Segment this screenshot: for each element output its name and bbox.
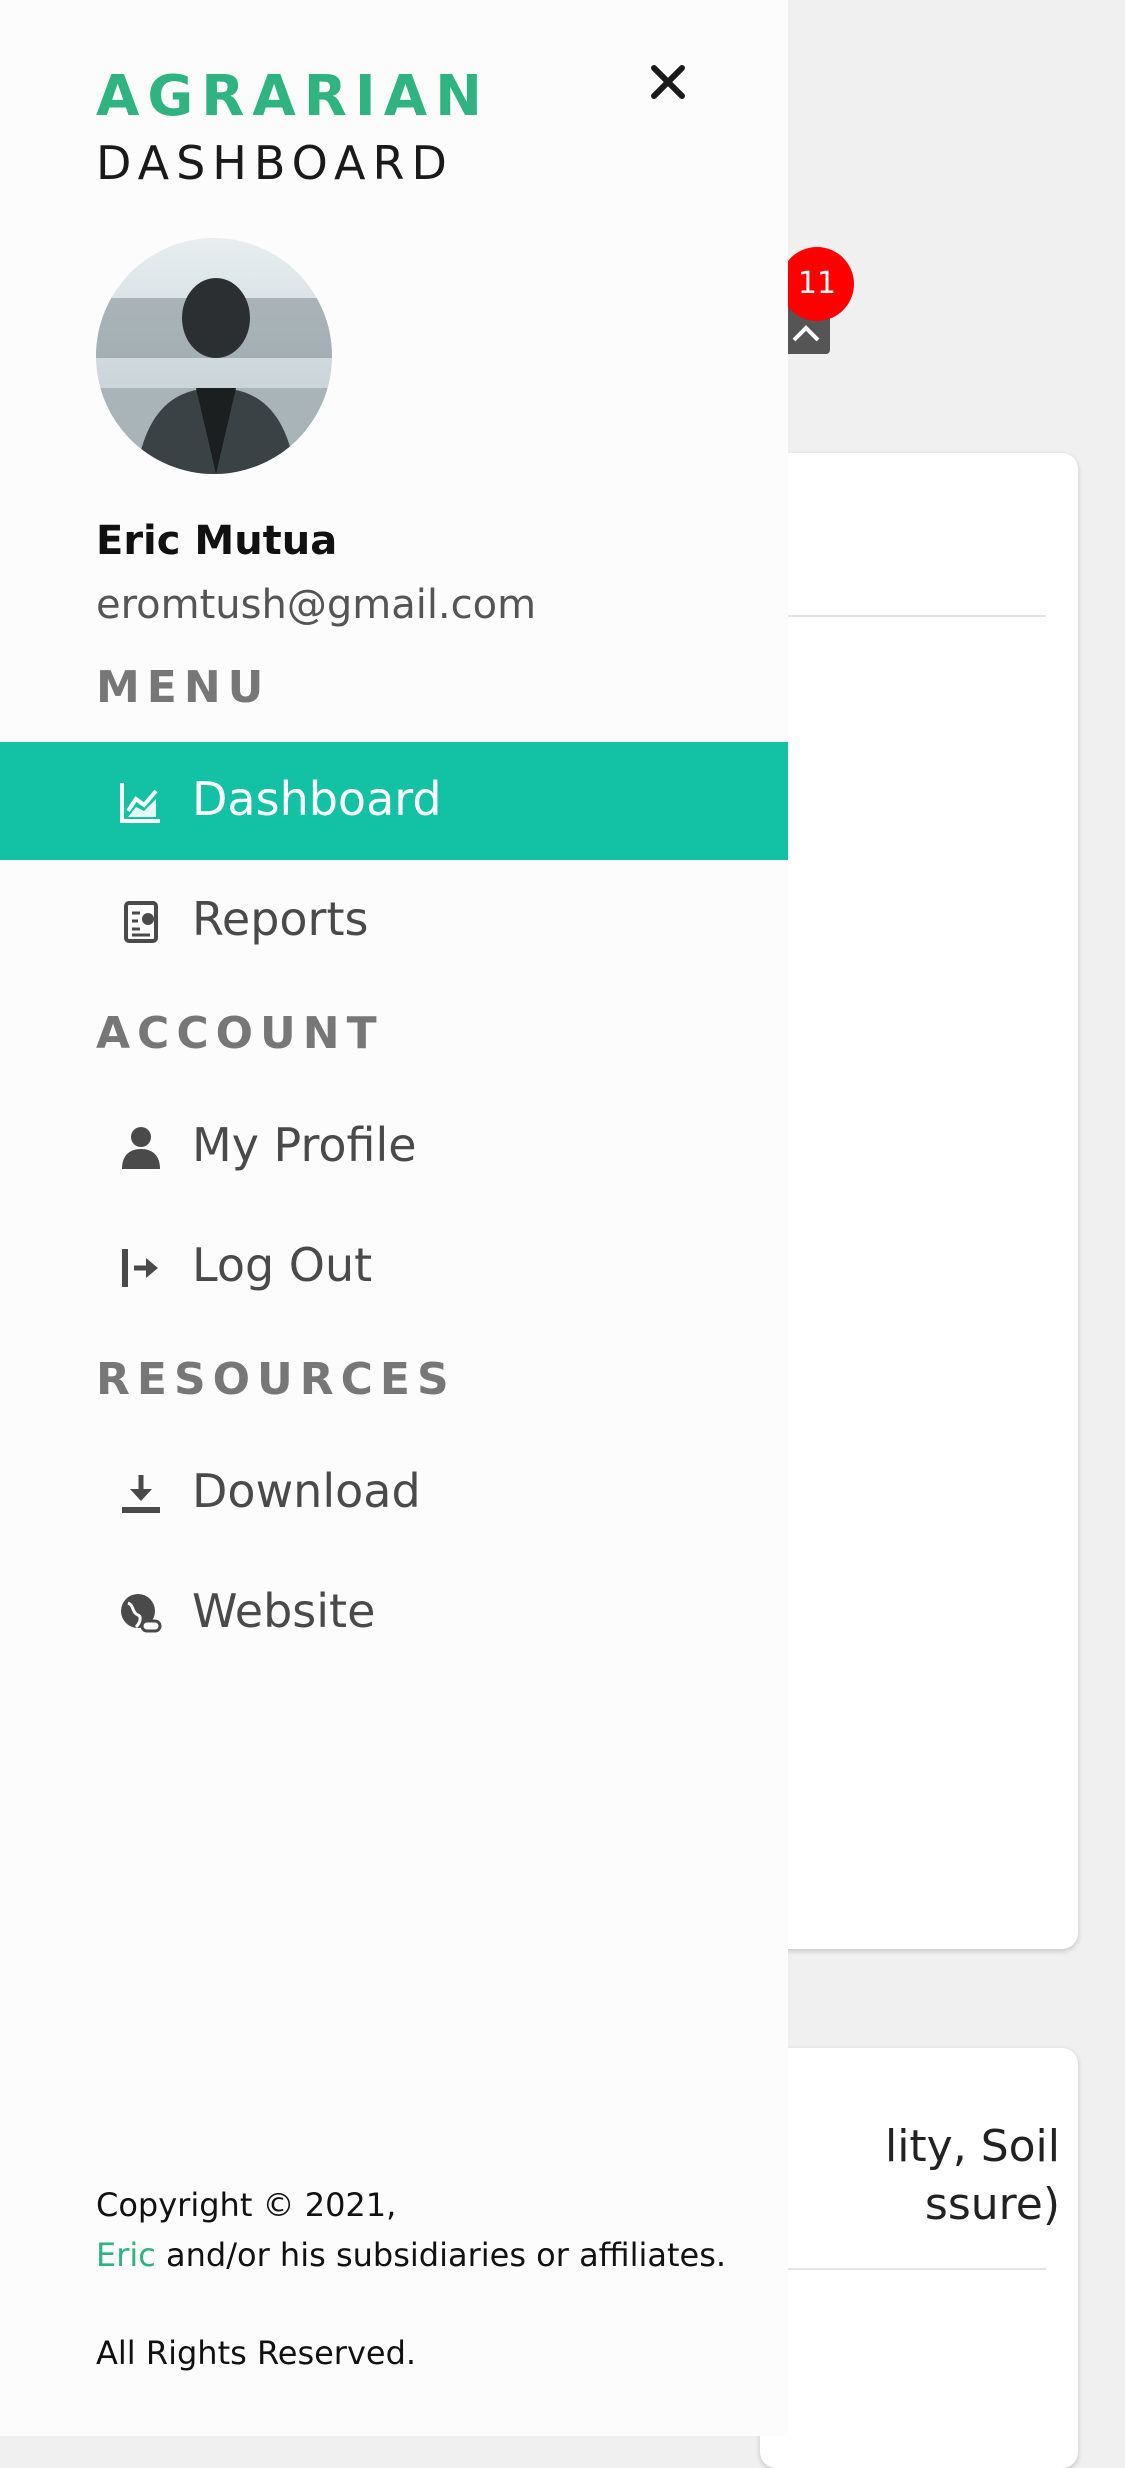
close-icon[interactable]: [648, 62, 688, 102]
nav-item-log-out[interactable]: Log Out: [0, 1208, 788, 1326]
nav-item-label: Download: [192, 1464, 421, 1518]
owner-link[interactable]: Eric: [96, 2236, 156, 2274]
nav-drawer: AGRARIAN DASHBOARD Eric Mutua eromtush@g…: [0, 0, 788, 2436]
footer: Copyright © 2021, Eric and/or his subsid…: [96, 2180, 726, 2372]
nav-item-dashboard[interactable]: Dashboard: [0, 742, 788, 860]
user-name: Eric Mutua: [96, 518, 338, 564]
nav-item-label: Reports: [192, 892, 369, 946]
nav-item-reports[interactable]: Reports: [0, 862, 788, 980]
nav-item-download[interactable]: Download: [0, 1434, 788, 1552]
nav-item-label: Website: [192, 1584, 376, 1638]
card-title: lity, Soil ssure): [884, 2121, 1060, 2230]
affiliates-text: Eric and/or his subsidiaries or affiliat…: [96, 2230, 726, 2280]
logout-icon: [118, 1245, 164, 1291]
globe-link-icon: [118, 1591, 164, 1637]
card-divider: [760, 615, 1046, 617]
section-title-menu: MENU: [96, 662, 271, 713]
brand-title: AGRARIAN: [96, 64, 490, 129]
brand-subtitle: DASHBOARD: [96, 136, 454, 190]
user-icon: [118, 1125, 164, 1171]
notification-badge: 11: [780, 247, 854, 321]
avatar: [96, 238, 332, 474]
report-icon: [118, 899, 164, 945]
nav-item-my-profile[interactable]: My Profile: [0, 1088, 788, 1206]
chart-line-icon: [118, 779, 164, 825]
card-divider: [760, 2268, 1046, 2270]
affiliates-label: and/or his subsidiaries or affiliates.: [155, 2236, 727, 2274]
nav-item-label: My Profile: [192, 1118, 417, 1172]
section-title-resources: RESOURCES: [96, 1354, 456, 1405]
copyright-text: Copyright © 2021,: [96, 2186, 397, 2224]
rights-text: All Rights Reserved.: [96, 2334, 417, 2372]
section-title-account: ACCOUNT: [96, 1008, 384, 1059]
user-email: eromtush@gmail.com: [96, 582, 537, 628]
dashboard-card: lity, Soil ssure): [760, 2048, 1078, 2468]
nav-item-label: Dashboard: [192, 772, 442, 826]
nav-item-website[interactable]: Website: [0, 1554, 788, 1672]
dashboard-card: [760, 453, 1078, 1949]
download-icon: [118, 1471, 164, 1517]
nav-item-label: Log Out: [192, 1238, 373, 1292]
